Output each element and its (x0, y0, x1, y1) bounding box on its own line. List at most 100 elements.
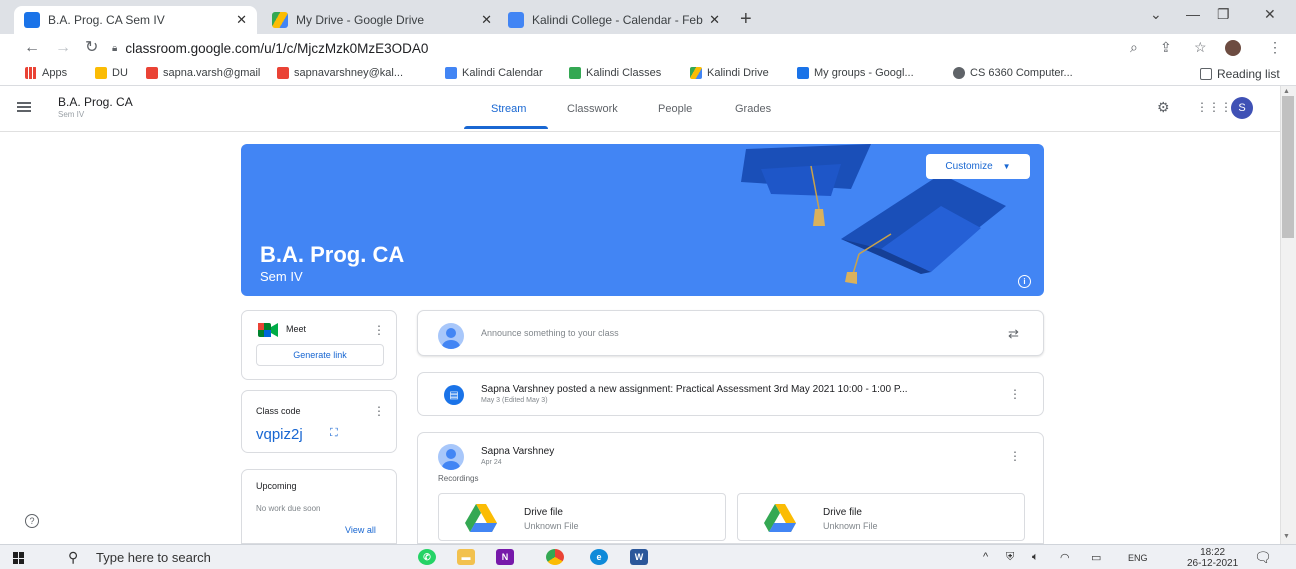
class-banner: Customize ▼ B.A. Prog. CA Sem IV i (241, 144, 1044, 296)
announce-box[interactable]: Announce something to your class ⇄ (417, 310, 1044, 356)
drive-file-attachment[interactable]: Drive file Unknown File (737, 493, 1025, 541)
windows-taskbar: ⚲ Type here to search ✆ ▬ N e W ^ ⛨ 🔈︎ ◠… (0, 544, 1296, 569)
bookmark-cs6360[interactable]: CS 6360 Computer... (953, 67, 1073, 79)
onenote-icon[interactable]: N (496, 549, 514, 565)
volume-icon[interactable]: 🔈︎ (1032, 551, 1039, 564)
language-indicator[interactable]: ENG (1128, 553, 1148, 563)
tab-stream[interactable]: Stream (491, 103, 526, 115)
post-body: Recordings (438, 474, 479, 483)
zoom-icon[interactable]: ⌕ (1130, 39, 1138, 56)
bookmark-kalindi-drive[interactable]: Kalindi Drive (690, 67, 769, 79)
browser-tab-strip: B.A. Prog. CA Sem IV ✕ My Drive - Google… (0, 0, 1296, 34)
new-tab-button[interactable]: + (740, 9, 752, 29)
reading-list-label: Reading list (1217, 67, 1280, 81)
bookmark-kalindi-classes[interactable]: Kalindi Classes (569, 67, 661, 79)
edge-icon[interactable]: e (590, 549, 608, 565)
address-bar[interactable]: 🔒︎ classroom.google.com/u/1/c/MjczMzk0Mz… (112, 37, 1112, 59)
bookmark-my-groups[interactable]: My groups - Googl... (797, 67, 914, 79)
tab-classwork[interactable]: Classwork (567, 103, 618, 115)
restore-icon[interactable]: ❐ (1217, 6, 1230, 23)
calendar-icon (445, 67, 457, 79)
profile-avatar-icon[interactable] (1225, 40, 1241, 56)
bookmark-label: Apps (42, 67, 68, 79)
notifications-icon[interactable]: 🗨︎ (1254, 549, 1272, 566)
window-close-icon[interactable]: ✕ (1264, 6, 1276, 23)
scrollbar-thumb[interactable] (1282, 96, 1294, 238)
apps-grid-icon (25, 67, 37, 79)
wifi-icon[interactable]: ◠ (1060, 551, 1070, 564)
header-class-name[interactable]: B.A. Prog. CA (58, 95, 133, 109)
bookmark-apps[interactable]: Apps (25, 67, 67, 79)
network-icon[interactable]: ⛨ (1006, 551, 1014, 564)
bookmark-kalindi-calendar[interactable]: Kalindi Calendar (445, 67, 543, 79)
share-icon[interactable]: ⇪ (1160, 39, 1172, 56)
more-options-icon[interactable]: ⋮ (373, 405, 385, 417)
active-tab-indicator (464, 126, 548, 129)
tab-calendar[interactable]: Kalindi College - Calendar - Febr ✕ (498, 6, 730, 34)
more-options-icon[interactable]: ⋮ (373, 324, 385, 336)
more-options-icon[interactable]: ⋮ (1009, 450, 1021, 462)
groups-icon (797, 67, 809, 79)
author-avatar (438, 444, 464, 470)
bookmark-star-icon[interactable]: ☆ (1194, 39, 1207, 56)
back-arrow-icon[interactable]: ← (24, 39, 40, 57)
settings-gear-icon[interactable]: ⚙ (1157, 99, 1170, 116)
show-hidden-icons-icon[interactable]: ^ (983, 551, 988, 563)
tab-search-icon[interactable]: ⌄ (1150, 6, 1162, 23)
bookmark-gmail-1[interactable]: sapna.varsh@gmail (146, 67, 260, 79)
forward-arrow-icon[interactable]: → (55, 39, 71, 57)
post-author: Sapna Varshney (481, 446, 555, 457)
battery-icon[interactable]: ▭ (1091, 551, 1101, 564)
fullscreen-icon[interactable]: ⛶ (330, 427, 338, 440)
scroll-down-arrow-icon[interactable]: ▼ (1283, 533, 1290, 540)
reload-icon[interactable]: ↻ (85, 39, 98, 57)
system-clock[interactable]: 18:22 26-12-2021 (1187, 547, 1238, 569)
tab-classroom[interactable]: B.A. Prog. CA Sem IV ✕ (14, 6, 257, 34)
drive-file-attachment[interactable]: Drive file Unknown File (438, 493, 726, 541)
windows-start-icon[interactable] (13, 552, 25, 564)
word-icon[interactable]: W (630, 549, 648, 565)
banner-subtitle: Sem IV (260, 269, 303, 284)
taskbar-search[interactable]: Type here to search (96, 550, 211, 565)
generate-link-button[interactable]: Generate link (256, 344, 384, 366)
reading-list-button[interactable]: Reading list (1200, 67, 1280, 81)
close-icon[interactable]: ✕ (236, 12, 247, 28)
assignment-post[interactable]: ▤ Sapna Varshney posted a new assignment… (417, 372, 1044, 416)
browser-menu-icon[interactable]: ⋮ (1268, 39, 1282, 56)
info-icon[interactable]: i (1018, 275, 1031, 288)
view-all-link[interactable]: View all (345, 525, 376, 535)
clock-date: 26-12-2021 (1187, 558, 1239, 569)
recordings-post: Sapna Varshney Apr 24 ⋮ Recordings Drive… (417, 432, 1044, 544)
user-avatar (438, 323, 464, 349)
globe-icon (953, 67, 965, 79)
tab-people[interactable]: People (658, 103, 692, 115)
scroll-up-arrow-icon[interactable]: ▲ (1283, 88, 1290, 95)
more-options-icon[interactable]: ⋮ (1009, 388, 1021, 400)
apps-grid-icon[interactable]: ⋮⋮⋮ (1196, 100, 1232, 114)
bookmark-label: Kalindi Classes (586, 67, 662, 79)
close-icon[interactable]: ✕ (709, 12, 720, 28)
bookmark-label: DU (112, 67, 128, 79)
attachment-name: Drive file (524, 507, 563, 518)
classroom-icon (569, 67, 581, 79)
main-menu-icon[interactable] (17, 102, 31, 114)
customize-button[interactable]: Customize ▼ (926, 154, 1030, 179)
bookmark-gmail-2[interactable]: sapnavarshney@kal... (277, 67, 403, 79)
repost-icon[interactable]: ⇄ (1008, 326, 1019, 342)
bookmark-du[interactable]: DU (95, 67, 128, 79)
chrome-icon[interactable] (546, 549, 564, 565)
bookmark-label: My groups - Googl... (814, 67, 914, 79)
help-icon[interactable]: ? (25, 514, 39, 528)
close-icon[interactable]: ✕ (481, 12, 492, 28)
graduation-cap-illustration (741, 144, 1006, 284)
tab-grades[interactable]: Grades (735, 103, 771, 115)
tab-drive[interactable]: My Drive - Google Drive ✕ (262, 6, 502, 34)
whatsapp-icon[interactable]: ✆ (418, 549, 436, 565)
account-avatar[interactable]: S (1231, 97, 1253, 119)
tab-title: B.A. Prog. CA Sem IV (48, 13, 165, 27)
clock-time: 18:22 (1200, 547, 1226, 558)
minimize-icon[interactable]: — (1186, 6, 1200, 22)
file-explorer-icon[interactable]: ▬ (457, 549, 475, 565)
class-code-value[interactable]: vqpiz2j (256, 426, 303, 443)
search-icon[interactable]: ⚲ (68, 549, 78, 566)
